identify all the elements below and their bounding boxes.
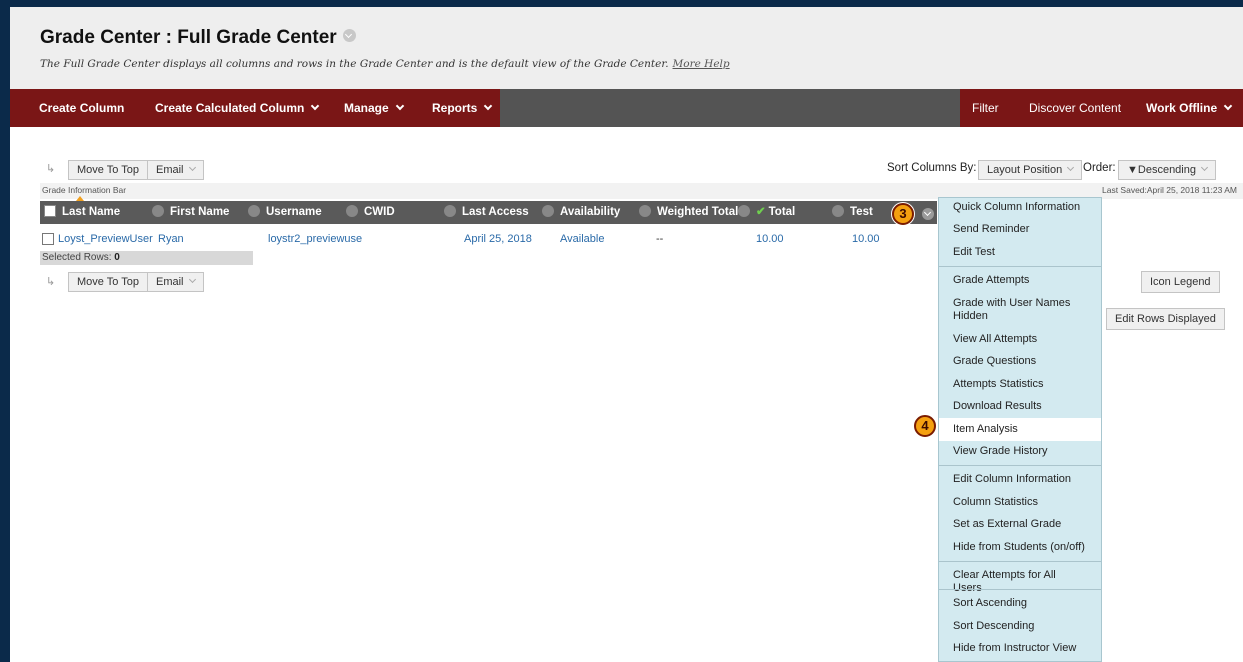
menu-item-sort-descending[interactable]: Sort Descending [939, 620, 1101, 633]
cell-test[interactable]: 10.00 [852, 229, 932, 249]
column-menu-icon[interactable] [248, 205, 260, 217]
page-frame: Grade Center : Full Grade Center The Ful… [10, 7, 1243, 662]
menu-item-sort-ascending[interactable]: Sort Ascending [939, 597, 1101, 610]
menu-item-view-all-attempts[interactable]: View All Attempts [939, 333, 1101, 346]
create-calculated-column-button[interactable]: Create Calculated Column [155, 89, 320, 127]
table-row: Loyst_PreviewUser Ryan loystr2_previewus… [40, 229, 937, 249]
column-username[interactable]: Username [248, 201, 322, 224]
column-first-name[interactable]: First Name [152, 201, 229, 224]
chevron-down-icon [1200, 163, 1209, 172]
chevron-down-icon [311, 101, 320, 111]
cell-username[interactable]: loystr2_previewuse [268, 229, 364, 249]
chevron-down-icon [1223, 101, 1233, 111]
order-label: Order: [1083, 162, 1116, 174]
menu-item-attempts-statistics[interactable]: Attempts Statistics [939, 378, 1101, 391]
discover-content-button[interactable]: Discover Content [1029, 89, 1121, 127]
column-menu-icon[interactable] [346, 205, 358, 217]
chevron-down-icon [188, 275, 196, 284]
action-bar: Create Column Create Calculated Column M… [10, 89, 1243, 127]
selected-rows-indicator: Selected Rows: 0 [40, 251, 253, 265]
title-chevron-icon[interactable] [342, 29, 356, 42]
cell-last-name[interactable]: Loyst_PreviewUser [58, 229, 156, 249]
column-weighted-total[interactable]: Weighted Total [639, 201, 738, 224]
page-title: Grade Center : Full Grade Center [40, 27, 356, 49]
menu-divider [939, 465, 1101, 466]
chevron-down-icon [188, 163, 196, 172]
menu-item-grade-questions[interactable]: Grade Questions [939, 355, 1101, 368]
column-menu-icon[interactable] [832, 205, 844, 217]
column-menu-icon[interactable] [444, 205, 456, 217]
menu-item-grade-with-user-names-hidden[interactable]: Grade with User Names Hidden [939, 297, 1101, 323]
row-checkbox[interactable] [42, 233, 54, 245]
email-button-bottom[interactable]: Email [147, 272, 204, 292]
menu-item-grade-attempts[interactable]: Grade Attempts [939, 274, 1101, 287]
column-weighted-total-menu[interactable] [738, 201, 756, 224]
info-bar-label: Grade Information Bar [42, 185, 127, 195]
column-last-access[interactable]: Last Access [444, 201, 529, 224]
column-availability[interactable]: Availability [542, 201, 620, 224]
column-context-menu: Quick Column Information Send Reminder E… [938, 197, 1102, 662]
sort-columns-select[interactable]: Layout Position [978, 160, 1083, 180]
menu-item-clear-attempts-for-all-users[interactable]: Clear Attempts for All Users [939, 569, 1101, 595]
column-menu-icon[interactable] [542, 205, 554, 217]
menu-item-hide-from-instructor-view[interactable]: Hide from Instructor View [939, 642, 1101, 655]
cell-total[interactable]: 10.00 [756, 229, 846, 249]
icon-legend-button[interactable]: Icon Legend [1141, 271, 1220, 293]
email-button[interactable]: Email [147, 160, 204, 180]
menu-item-download-results[interactable]: Download Results [939, 400, 1101, 413]
menu-item-item-analysis[interactable]: Item Analysis [939, 418, 1101, 441]
column-menu-icon[interactable] [738, 205, 750, 217]
page-description: The Full Grade Center displays all colum… [40, 58, 730, 70]
cell-first-name[interactable]: Ryan [158, 229, 258, 249]
cell-availability[interactable]: Available [560, 229, 650, 249]
menu-item-edit-test[interactable]: Edit Test [939, 246, 1101, 259]
chevron-down-icon [1067, 163, 1075, 172]
more-help-link[interactable]: More Help [673, 58, 730, 70]
cell-weighted-total[interactable]: -- [656, 229, 746, 249]
menu-item-view-grade-history[interactable]: View Grade History [939, 445, 1101, 458]
order-select[interactable]: ▼Descending [1118, 160, 1216, 180]
column-menu-icon[interactable] [639, 205, 651, 217]
grid-header: Last Name First Name Username CWID Last … [40, 201, 937, 224]
page-header: Grade Center : Full Grade Center The Ful… [10, 7, 1243, 89]
sort-columns-label: Sort Columns By: [887, 162, 977, 174]
manage-button[interactable]: Manage [344, 89, 404, 127]
cell-cwid[interactable] [366, 229, 456, 249]
checkmark-icon: ✔ [756, 206, 766, 218]
menu-item-column-statistics[interactable]: Column Statistics [939, 496, 1101, 509]
column-cwid[interactable]: CWID [346, 201, 395, 224]
cell-last-access[interactable]: April 25, 2018 [464, 229, 554, 249]
last-saved-text: Last Saved:April 25, 2018 11:23 AM [1102, 185, 1237, 195]
select-all-checkbox[interactable] [44, 205, 56, 217]
column-total[interactable]: ✔ Total [756, 201, 795, 224]
move-to-top-button-bottom[interactable]: Move To Top [68, 272, 148, 292]
edit-rows-displayed-button[interactable]: Edit Rows Displayed [1106, 308, 1225, 330]
menu-item-hide-from-students[interactable]: Hide from Students (on/off) [939, 541, 1101, 554]
move-to-top-button[interactable]: Move To Top [68, 160, 148, 180]
work-offline-button[interactable]: Work Offline [1146, 89, 1233, 127]
filter-button[interactable]: Filter [972, 89, 999, 127]
reports-button[interactable]: Reports [432, 89, 493, 127]
chevron-down-icon [395, 101, 404, 111]
select-arrow-icon: ↳ [46, 163, 56, 175]
action-bar-spacer [500, 89, 960, 127]
menu-divider [939, 266, 1101, 267]
test-column-menu-icon[interactable] [922, 208, 934, 220]
menu-item-edit-column-information[interactable]: Edit Column Information [939, 473, 1101, 486]
menu-divider [939, 589, 1101, 590]
menu-item-set-as-external-grade[interactable]: Set as External Grade [939, 518, 1101, 531]
menu-item-quick-column-information[interactable]: Quick Column Information [939, 201, 1101, 214]
step-3-badge: 3 [892, 203, 914, 225]
create-column-button[interactable]: Create Column [39, 89, 124, 127]
menu-item-send-reminder[interactable]: Send Reminder [939, 223, 1101, 236]
column-test[interactable]: Test [832, 201, 873, 224]
column-last-name[interactable]: Last Name [44, 201, 120, 224]
menu-divider [939, 561, 1101, 562]
column-menu-icon[interactable] [152, 205, 164, 217]
select-arrow-icon: ↳ [46, 276, 56, 288]
chevron-down-icon [484, 101, 493, 111]
step-4-badge: 4 [914, 415, 936, 437]
